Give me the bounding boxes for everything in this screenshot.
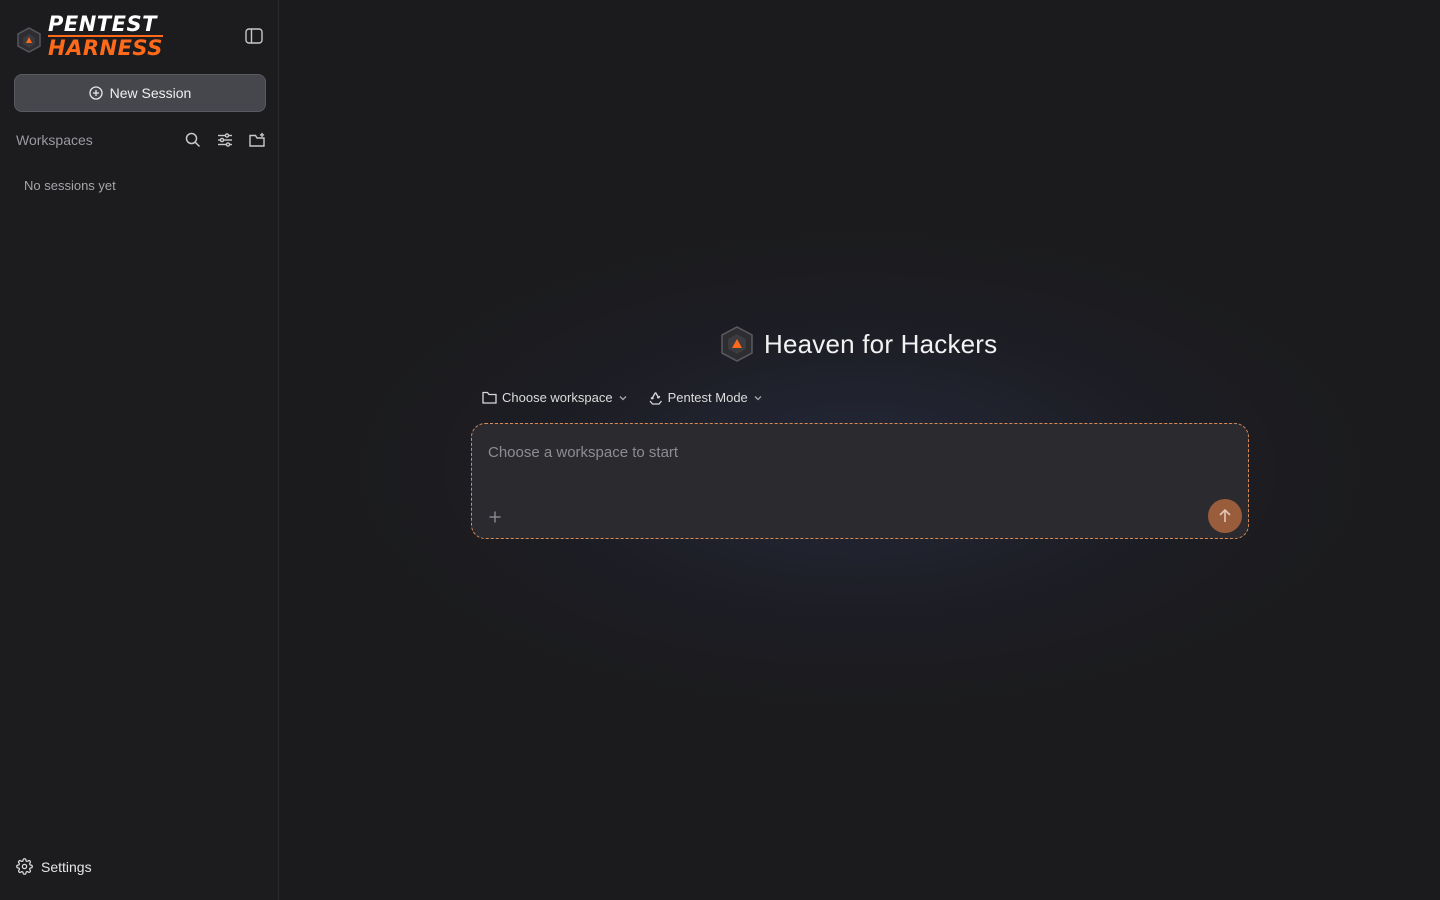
- brand-line1: PENTEST: [48, 12, 157, 36]
- add-workspace-button[interactable]: [246, 129, 268, 151]
- composer-selectors: Choose workspace Pentest Mode: [482, 390, 763, 405]
- send-button[interactable]: [1208, 499, 1242, 533]
- recycle-icon: [649, 391, 662, 405]
- sidebar: PENTEST HARNESS New Session Workspaces N…: [0, 0, 279, 900]
- plus-icon: [489, 511, 501, 523]
- search-workspaces-button[interactable]: [182, 129, 204, 151]
- folder-icon: [482, 391, 497, 404]
- sliders-icon: [218, 133, 232, 147]
- main-panel: Heaven for Hackers Choose workspace Pent…: [280, 0, 1440, 900]
- sidebar-toggle-icon: [245, 28, 263, 44]
- empty-sessions-text: No sessions yet: [24, 178, 116, 193]
- folder-plus-icon: [248, 132, 265, 147]
- brand: PENTEST HARNESS: [16, 14, 163, 59]
- hero-logo-icon: [721, 326, 753, 362]
- attach-button[interactable]: [484, 506, 506, 528]
- workspaces-header: Workspaces: [16, 128, 268, 152]
- brand-wordmark: PENTEST HARNESS: [48, 14, 163, 59]
- workspace-selector[interactable]: Choose workspace: [482, 390, 628, 405]
- workspace-selector-label: Choose workspace: [502, 390, 613, 405]
- settings-label: Settings: [41, 858, 92, 875]
- filter-workspaces-button[interactable]: [214, 129, 236, 151]
- arrow-up-icon: [1219, 508, 1231, 522]
- mode-selector[interactable]: Pentest Mode: [648, 390, 763, 405]
- composer: [471, 423, 1249, 539]
- workspaces-label: Workspaces: [16, 132, 93, 148]
- new-session-label: New Session: [109, 85, 192, 101]
- brand-logo-icon: [17, 26, 41, 53]
- chevron-down-icon: [619, 395, 627, 400]
- hero-title: Heaven for Hackers: [764, 328, 998, 359]
- settings-button[interactable]: Settings: [16, 858, 92, 875]
- gear-icon: [16, 858, 33, 875]
- new-session-button[interactable]: New Session: [14, 74, 266, 112]
- brand-line2: HARNESS: [48, 35, 163, 60]
- chevron-down-icon: [754, 395, 762, 400]
- search-icon: [185, 132, 201, 148]
- prompt-input[interactable]: [488, 440, 1208, 464]
- hero: Heaven for Hackers: [720, 326, 997, 362]
- mode-selector-label: Pentest Mode: [667, 390, 748, 405]
- plus-circle-icon: [88, 86, 103, 100]
- sidebar-toggle-button[interactable]: [242, 25, 266, 47]
